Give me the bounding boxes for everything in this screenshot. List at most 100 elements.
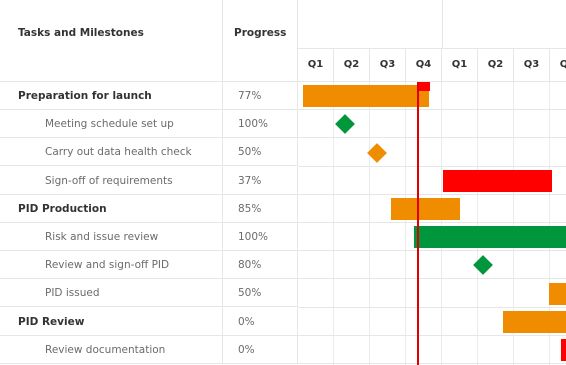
task-bar-preparation-for-launch[interactable] — [303, 85, 429, 108]
task-group-row[interactable]: Preparation for launch 77% — [0, 82, 298, 110]
progress-cell[interactable]: 77% — [223, 82, 298, 110]
progress-cell[interactable]: 100% — [223, 110, 298, 139]
progress-cell[interactable]: 80% — [223, 251, 298, 280]
timeline-gridline — [477, 82, 478, 365]
timeline-gridline — [333, 82, 334, 365]
task-name: Review and sign-off PID — [45, 259, 170, 272]
row-gridline — [298, 250, 566, 252]
quarter-label: Q2 — [343, 59, 360, 70]
task-bar-sign-off-of-requirements[interactable] — [443, 169, 552, 192]
timeline: Q1 Q2 Q3 Q4 Q1 Q2 Q3 Q4 — [298, 0, 566, 365]
task-name: Meeting schedule set up — [45, 118, 174, 131]
quarter-label: Q1 — [307, 59, 324, 70]
quarter-label: Q2 — [487, 59, 504, 70]
timeline-gridline — [441, 82, 442, 365]
task-name-cell[interactable]: Carry out data health check — [0, 138, 223, 167]
progress-value: 100% — [238, 118, 269, 131]
quarter-header-cell: Q4 — [406, 49, 442, 82]
task-row[interactable]: Review and sign-off PID 80% — [0, 251, 298, 280]
task-row[interactable]: Review documentation 0% — [0, 335, 298, 364]
row-gridline — [298, 278, 566, 280]
progress-value: 80% — [238, 259, 262, 272]
task-group-row[interactable]: PID Production 85% — [0, 194, 298, 223]
task-bar-pid-issued[interactable] — [549, 282, 566, 305]
task-name: PID issued — [45, 287, 100, 300]
task-name-cell[interactable]: PID Review — [0, 307, 223, 336]
task-name-cell[interactable]: Risk and issue review — [0, 223, 223, 251]
row-gridline — [298, 137, 566, 139]
row-gridline — [298, 334, 566, 336]
progress-cell[interactable]: 0% — [223, 307, 298, 336]
task-bar-pid-review[interactable] — [503, 310, 566, 333]
today-marker-head — [418, 82, 430, 91]
task-row[interactable]: PID issued 50% — [0, 279, 298, 308]
task-name: PID Production — [18, 202, 107, 215]
progress-cell[interactable]: 50% — [223, 279, 298, 308]
task-name-cell[interactable]: Review and sign-off PID — [0, 251, 223, 280]
row-gridline — [298, 193, 566, 195]
progress-column-title: Progress — [234, 27, 287, 39]
gantt-chart: Tasks and Milestones Progress Preparatio… — [0, 0, 566, 365]
progress-value: 100% — [238, 231, 269, 243]
task-name: PID Review — [18, 315, 85, 328]
progress-value: 77% — [238, 90, 262, 102]
task-group-row[interactable]: PID Review 0% — [0, 307, 298, 336]
quarter-header-cell: Q1 — [298, 49, 334, 82]
task-row[interactable]: Carry out data health check 50% — [0, 138, 298, 167]
task-column-header[interactable]: Tasks and Milestones — [0, 0, 223, 82]
progress-value: 37% — [238, 174, 262, 187]
task-name: Review documentation — [45, 343, 166, 356]
progress-column-header[interactable]: Progress — [223, 0, 298, 82]
progress-value: 0% — [238, 343, 255, 356]
year-header-cell — [298, 0, 443, 49]
task-name-cell[interactable]: Sign-off of requirements — [0, 166, 223, 195]
quarter-header-cell: Q3 — [514, 49, 550, 82]
quarter-header-cell: Q4 — [550, 49, 566, 82]
progress-value: 50% — [238, 287, 262, 300]
quarter-label: Q3 — [379, 59, 396, 70]
year-header-cell — [443, 0, 566, 49]
task-name: Carry out data health check — [45, 146, 192, 159]
task-name: Risk and issue review — [45, 231, 159, 243]
quarter-label: Q3 — [523, 59, 540, 70]
progress-cell[interactable]: 37% — [223, 166, 298, 195]
progress-cell[interactable]: 50% — [223, 138, 298, 167]
milestone-data-health-check[interactable] — [367, 142, 387, 163]
timeline-gridline — [369, 82, 370, 365]
task-name-cell[interactable]: Review documentation — [0, 335, 223, 364]
task-bar-risk-and-issue-review[interactable] — [414, 226, 566, 249]
task-bar-review-documentation[interactable] — [561, 338, 566, 361]
quarter-header-cell: Q3 — [370, 49, 406, 82]
row-gridline — [298, 306, 566, 308]
progress-value: 0% — [238, 315, 255, 328]
task-name-cell[interactable]: Meeting schedule set up — [0, 110, 223, 139]
row-gridline — [298, 222, 566, 223]
progress-cell[interactable]: 0% — [223, 335, 298, 364]
progress-value: 50% — [238, 146, 262, 159]
quarter-label: Q1 — [451, 59, 468, 70]
progress-cell[interactable]: 100% — [223, 223, 298, 251]
row-gridline — [298, 109, 566, 111]
task-column-title: Tasks and Milestones — [18, 27, 144, 39]
quarter-header-cell: Q2 — [478, 49, 514, 82]
progress-value: 85% — [238, 202, 262, 215]
quarter-label: Q4 — [415, 59, 432, 70]
task-name-cell[interactable]: PID Production — [0, 194, 223, 223]
task-name-cell[interactable]: Preparation for launch — [0, 82, 223, 110]
timeline-gridline — [405, 82, 406, 365]
task-row[interactable]: Risk and issue review 100% — [0, 223, 298, 251]
task-name: Sign-off of requirements — [45, 174, 173, 187]
task-row[interactable]: Meeting schedule set up 100% — [0, 110, 298, 139]
quarter-header-cell: Q2 — [334, 49, 370, 82]
task-bar-pid-production[interactable] — [391, 197, 460, 220]
today-marker-line — [417, 82, 419, 365]
task-name: Preparation for launch — [18, 90, 152, 102]
row-gridline — [298, 165, 566, 167]
milestone-meeting-schedule-set-up[interactable] — [335, 114, 355, 135]
quarter-label: Q4 — [559, 59, 566, 70]
task-row[interactable]: Sign-off of requirements 37% — [0, 166, 298, 195]
row-gridline — [298, 363, 566, 364]
quarter-header-cell: Q1 — [442, 49, 478, 82]
task-name-cell[interactable]: PID issued — [0, 279, 223, 308]
progress-cell[interactable]: 85% — [223, 194, 298, 223]
